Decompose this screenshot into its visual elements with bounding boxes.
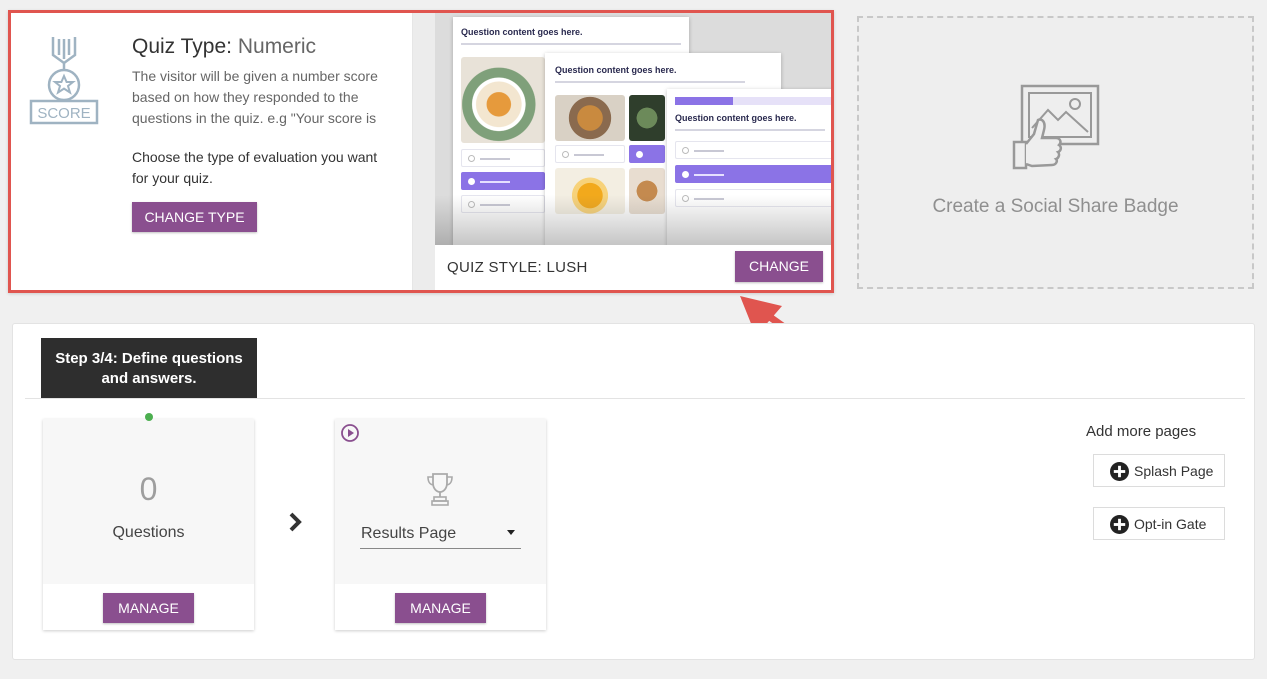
splash-page-label: Splash Page [1134, 463, 1214, 479]
quiz-type-card: SCORE Quiz Type: Numeric The visitor wil… [8, 10, 834, 293]
quiz-type-title-prefix: Quiz Type: [132, 35, 232, 58]
questions-label: Questions [112, 524, 185, 541]
add-splash-page-button[interactable]: Splash Page [1093, 454, 1225, 487]
add-more-pages-heading: Add more pages [1086, 423, 1197, 440]
results-page-select[interactable]: Results Page [360, 521, 521, 549]
preview-question: Question content goes here. [555, 65, 677, 75]
score-badge-icon: SCORE [29, 37, 99, 125]
svg-text:SCORE: SCORE [37, 105, 90, 122]
social-share-label: Create a Social Share Badge [932, 196, 1179, 217]
results-select-value: Results Page [361, 525, 457, 542]
quiz-type-title-value: Numeric [237, 35, 317, 58]
quiz-type-choose-text: Choose the type of evaluation you want f… [132, 149, 378, 186]
trophy-icon [427, 473, 453, 506]
quiz-style-bar: QUIZ STYLE: LUSH CHANGE [435, 245, 831, 290]
plus-circle-icon [1110, 462, 1129, 481]
manage-questions-button[interactable]: MANAGE [103, 593, 194, 623]
questions-card: 0 Questions MANAGE [43, 413, 254, 630]
preview-food-image [461, 57, 545, 143]
preview-progress-fill [675, 97, 733, 105]
results-card: Results Page MANAGE [335, 419, 546, 630]
preview-salad-image [629, 95, 665, 141]
quiz-type-panel: SCORE Quiz Type: Numeric The visitor wil… [11, 13, 413, 290]
plus-circle-icon [1110, 515, 1129, 534]
preview-fade [435, 195, 831, 245]
social-share-badge-placeholder[interactable]: Create a Social Share Badge [857, 16, 1254, 289]
preview-question: Question content goes here. [675, 113, 797, 123]
quiz-type-description: The visitor will be given a number score… [132, 68, 378, 126]
quiz-style-panel: Question content goes here. Question con… [413, 13, 831, 290]
question-count: 0 [139, 471, 158, 507]
change-type-button[interactable]: CHANGE TYPE [132, 202, 257, 232]
step-tab[interactable]: Step 3/4: Define questions and answers. [41, 338, 257, 398]
quiz-style-label: QUIZ STYLE: LUSH [447, 259, 588, 276]
chevron-right-icon [289, 512, 302, 532]
image-thumbs-up-icon [1012, 84, 1100, 170]
change-style-button[interactable]: CHANGE [735, 251, 823, 282]
step-panel: Step 3/4: Define questions and answers. … [12, 323, 1255, 660]
quiz-style-preview[interactable]: Question content goes here. Question con… [435, 13, 831, 245]
preview-question: Question content goes here. [461, 27, 583, 37]
play-icon[interactable] [340, 423, 360, 443]
optin-gate-label: Opt-in Gate [1134, 516, 1207, 532]
add-optin-gate-button[interactable]: Opt-in Gate [1093, 507, 1225, 540]
caret-down-icon [507, 530, 515, 535]
step-divider [25, 398, 1245, 399]
preview-croissant-image [555, 95, 625, 141]
status-dot [145, 413, 153, 421]
quiz-type-title: Quiz Type: Numeric [132, 35, 316, 59]
manage-results-button[interactable]: MANAGE [395, 593, 486, 623]
